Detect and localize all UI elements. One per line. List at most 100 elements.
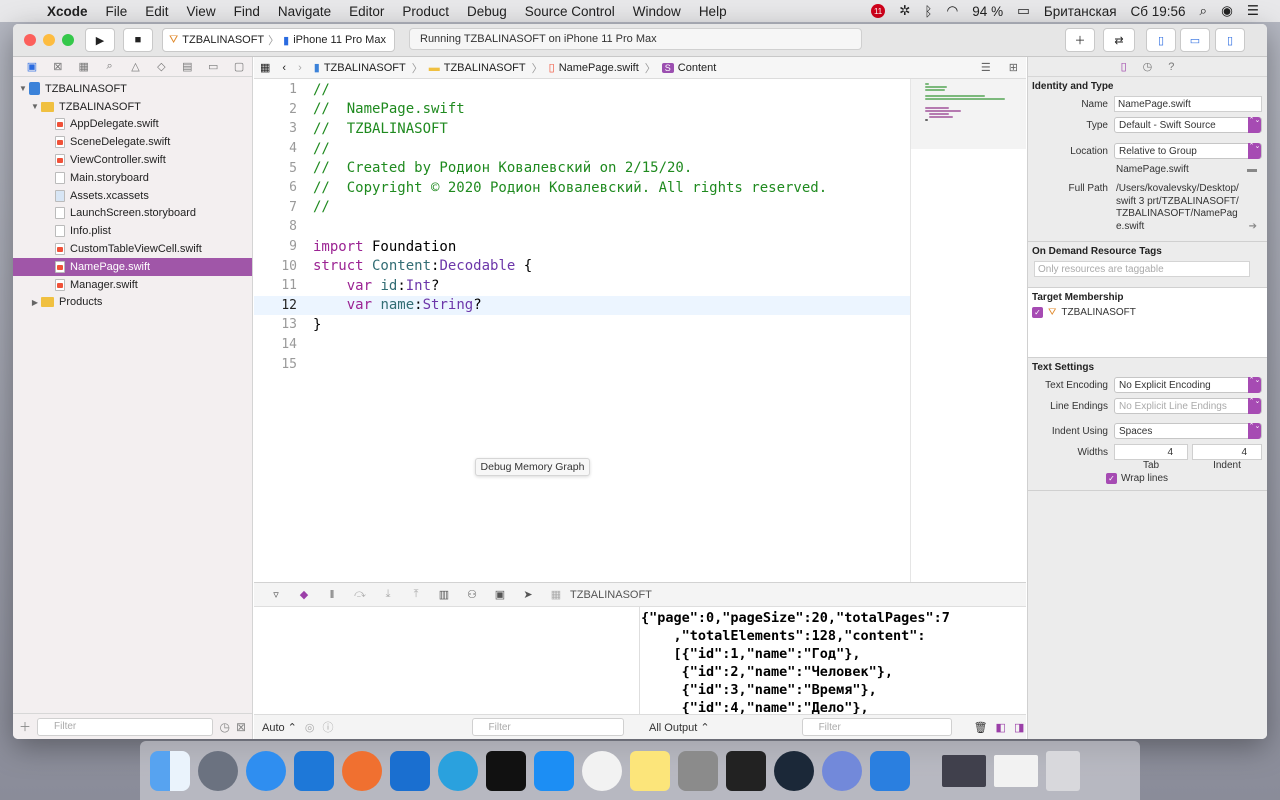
name-field[interactable]: NamePage.swift xyxy=(1114,96,1262,112)
reveal-arrow-icon[interactable]: ➔ xyxy=(1249,221,1257,234)
disclosure-right-icon[interactable]: ▶ xyxy=(29,298,41,307)
tree-row-file[interactable]: AppDelegate.swift xyxy=(13,116,252,134)
line-endings-popup[interactable]: No Explicit Line Endings xyxy=(1114,398,1262,414)
code-line[interactable]: 14 xyxy=(254,335,910,355)
code-review-button[interactable]: ⇄ xyxy=(1103,28,1135,52)
sketch-icon[interactable] xyxy=(342,750,382,791)
code-line[interactable]: 5 // Created by Родион Ковалевский on 2/1… xyxy=(254,158,910,178)
finder-icon[interactable] xyxy=(150,750,190,791)
code-line[interactable]: 4 // xyxy=(254,139,910,159)
battery-icon[interactable]: ▭ xyxy=(1010,3,1037,19)
menu-debug[interactable]: Debug xyxy=(458,4,516,19)
menu-find[interactable]: Find xyxy=(225,4,269,19)
debug-icon[interactable]: ▤ xyxy=(174,60,200,73)
help-icon[interactable]: ? xyxy=(1168,61,1174,73)
music-icon[interactable] xyxy=(582,750,622,791)
auto-scope-selector[interactable]: Auto ⌃ xyxy=(262,721,297,734)
siri-icon[interactable]: ◉ xyxy=(1214,3,1240,19)
disclosure-down-icon[interactable]: ▼ xyxy=(17,84,29,93)
code-line[interactable]: 13} xyxy=(254,315,910,335)
terminal-icon[interactable] xyxy=(726,750,766,791)
tree-row-file-selected[interactable]: NamePage.swift xyxy=(13,257,252,276)
trash-can-icon[interactable] xyxy=(1046,750,1080,791)
code-line[interactable]: 15 xyxy=(254,354,910,374)
close-window-button[interactable] xyxy=(24,34,36,46)
menu-edit[interactable]: Edit xyxy=(136,4,177,19)
tree-row-file[interactable]: CustomTableViewCell.swift xyxy=(13,240,252,258)
environment-overrides-icon[interactable]: ▣ xyxy=(486,588,514,601)
code-editor[interactable]: 1// 2// NamePage.swift 3// TZBALINASOFT … xyxy=(254,79,910,582)
tree-row-file[interactable]: Manager.swift xyxy=(13,276,252,294)
wrap-lines-checkbox[interactable]: ✓ xyxy=(1106,473,1117,484)
indent-width-field[interactable]: 4 xyxy=(1192,444,1262,460)
add-icon[interactable]: ＋ xyxy=(19,718,31,735)
xcode-icon[interactable] xyxy=(294,750,334,791)
menu-navigate[interactable]: Navigate xyxy=(269,4,340,19)
minimize-window-button[interactable] xyxy=(43,34,55,46)
stop-button[interactable]: ■ xyxy=(123,28,153,52)
tree-row-products[interactable]: ▶ Products xyxy=(13,294,252,312)
safari-icon[interactable] xyxy=(246,750,286,791)
file-inspector-icon[interactable]: ▯ xyxy=(1121,60,1127,73)
keyboard-layout[interactable]: Британская xyxy=(1037,4,1124,19)
breadcrumb-symbol[interactable]: S Content xyxy=(656,62,723,74)
discord-icon[interactable] xyxy=(822,750,862,791)
related-items-icon[interactable]: ▦ xyxy=(254,61,276,74)
resource-tags-field[interactable]: Only resources are taggable xyxy=(1034,261,1250,277)
find-icon[interactable]: ⌕ xyxy=(97,60,123,73)
console-filter-input[interactable]: Filter xyxy=(801,718,952,736)
simulate-location-icon[interactable]: ➤ xyxy=(514,588,542,601)
media-icon[interactable]: ✲ xyxy=(892,3,917,19)
menu-help[interactable]: Help xyxy=(690,4,736,19)
breadcrumb-file[interactable]: ▯ NamePage.swift xyxy=(543,61,645,75)
code-line[interactable]: 10 struct Content:Decodable { xyxy=(254,256,910,276)
menu-product[interactable]: Product xyxy=(393,4,458,19)
breadcrumb-group[interactable]: ▬ TZBALINASOFT xyxy=(423,62,532,74)
notes-icon[interactable] xyxy=(630,750,670,791)
battery-status[interactable]: 94 % xyxy=(965,4,1010,19)
scm-filter-icon[interactable]: ⊠ xyxy=(236,720,246,734)
test-icon[interactable]: ◇ xyxy=(148,60,174,73)
variables-view[interactable] xyxy=(254,607,640,714)
menu-source-control[interactable]: Source Control xyxy=(516,4,624,19)
system-preferences-icon[interactable] xyxy=(678,750,718,791)
code-line[interactable]: 8 xyxy=(254,217,910,237)
memory-graph-icon[interactable]: ⚇ xyxy=(458,588,486,601)
toolbox-icon[interactable] xyxy=(390,750,430,791)
tree-row-file[interactable]: Info.plist xyxy=(13,222,252,240)
webstorm-icon[interactable] xyxy=(486,750,526,791)
spotlight-icon[interactable]: ⌕ xyxy=(1193,3,1215,19)
output-selector[interactable]: All Output ⌃ xyxy=(649,721,710,734)
tree-row-project[interactable]: ▼ TZBALINASOFT xyxy=(13,80,252,98)
simulator-icon[interactable] xyxy=(870,750,910,791)
launchpad-icon[interactable] xyxy=(198,750,238,791)
tree-row-file[interactable]: ViewController.swift xyxy=(13,151,252,169)
forward-button[interactable]: › xyxy=(292,62,308,74)
toggle-navigator-button[interactable]: ▯ xyxy=(1146,28,1176,52)
menu-view[interactable]: View xyxy=(178,4,225,19)
library-button[interactable]: ＋ xyxy=(1065,28,1095,52)
menu-file[interactable]: File xyxy=(97,4,137,19)
variables-filter-input[interactable]: Filter xyxy=(471,718,624,736)
breakpoint-icon[interactable]: ▭ xyxy=(200,60,226,73)
code-line-current[interactable]: 12 var name:String? xyxy=(254,295,910,316)
code-line[interactable]: 3 // TZBALINASOFT xyxy=(254,119,910,139)
tree-row-file[interactable]: Assets.xcassets xyxy=(13,187,252,205)
toggle-debug-area-button[interactable]: ▭ xyxy=(1180,28,1210,52)
tree-row-group[interactable]: ▼ TZBALINASOFT xyxy=(13,98,252,116)
tab-width-field[interactable]: 4 xyxy=(1114,444,1188,460)
symbol-icon[interactable]: ▦ xyxy=(71,60,97,73)
telegram-icon[interactable] xyxy=(438,750,478,791)
tree-row-file[interactable]: SceneDelegate.swift xyxy=(13,133,252,151)
steam-icon[interactable] xyxy=(774,750,814,791)
wifi-icon[interactable]: ◠ xyxy=(940,3,966,19)
info-icon[interactable]: ⓘ xyxy=(323,719,334,735)
code-line[interactable]: 9 import Foundation xyxy=(254,237,910,257)
source-control-icon[interactable]: ⊠ xyxy=(45,60,71,73)
console-output[interactable]: {"page":0,"pageSize":20,"totalPages":7 ,… xyxy=(641,607,1026,714)
navigator-filter-input[interactable]: Filter xyxy=(37,717,214,736)
editor-options-icon[interactable]: ☰ xyxy=(981,61,1009,74)
split-left-icon[interactable]: ◧ xyxy=(996,721,1006,734)
menu-window[interactable]: Window xyxy=(624,4,690,19)
app-store-icon[interactable] xyxy=(534,750,574,791)
